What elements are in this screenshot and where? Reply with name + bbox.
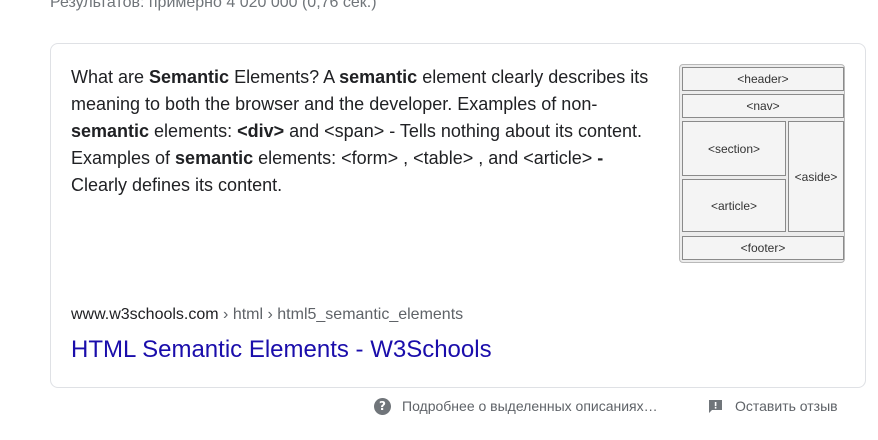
thumb-article-box: <article> bbox=[682, 179, 786, 232]
search-results-page: Результатов: примерно 4 020 000 (0,76 се… bbox=[0, 0, 878, 440]
snippet-bold-text: Semantic bbox=[149, 67, 230, 87]
snippet-text-run: What are bbox=[71, 67, 150, 87]
snippet-text-run: elements: <form> , <table> , and <articl… bbox=[253, 148, 598, 168]
snippet-text-run: elements: bbox=[149, 121, 238, 141]
thumb-header-box: <header> bbox=[682, 67, 844, 91]
about-featured-snippets-link[interactable]: ? Подробнее о выделенных описаниях… bbox=[374, 395, 658, 417]
result-domain: www.w3schools.com bbox=[71, 306, 219, 323]
snippet-text-run: Clearly defines its content. bbox=[71, 175, 283, 195]
about-featured-snippets-label: Подробнее о выделенных описаниях… bbox=[402, 398, 658, 414]
thumb-section-box: <section> bbox=[682, 121, 786, 176]
help-circle-icon: ? bbox=[374, 397, 391, 415]
thumb-aside-box: <aside> bbox=[788, 121, 844, 232]
snippet-bold-text: semantic bbox=[175, 148, 254, 168]
result-stats: Результатов: примерно 4 020 000 (0,76 се… bbox=[50, 0, 377, 11]
feedback-icon bbox=[708, 399, 723, 414]
snippet-text: What are Semantic Elements? A semantic e… bbox=[71, 64, 656, 199]
feedback-label: Оставить отзыв bbox=[735, 398, 838, 414]
result-url-breadcrumb: www.w3schools.com › html › html5_semanti… bbox=[71, 306, 463, 324]
snippet-thumbnail[interactable]: <header> <nav> <section> <article> <asid… bbox=[679, 64, 845, 263]
result-path: › html › html5_semantic_elements bbox=[218, 306, 464, 323]
result-title-link[interactable]: HTML Semantic Elements - W3Schools bbox=[71, 336, 492, 364]
snippet-bold-text: semantic bbox=[71, 121, 150, 141]
snippet-bold-text: - bbox=[597, 148, 604, 168]
snippet-bold-text: semantic bbox=[339, 67, 418, 87]
feedback-link[interactable]: Оставить отзыв bbox=[708, 395, 838, 417]
thumb-footer-box: <footer> bbox=[682, 236, 844, 260]
snippet-text-run: Elements? A bbox=[229, 67, 340, 87]
snippet-bold-text: <div> bbox=[237, 121, 285, 141]
featured-snippet-card: What are Semantic Elements? A semantic e… bbox=[50, 43, 866, 388]
thumb-nav-box: <nav> bbox=[682, 94, 844, 118]
